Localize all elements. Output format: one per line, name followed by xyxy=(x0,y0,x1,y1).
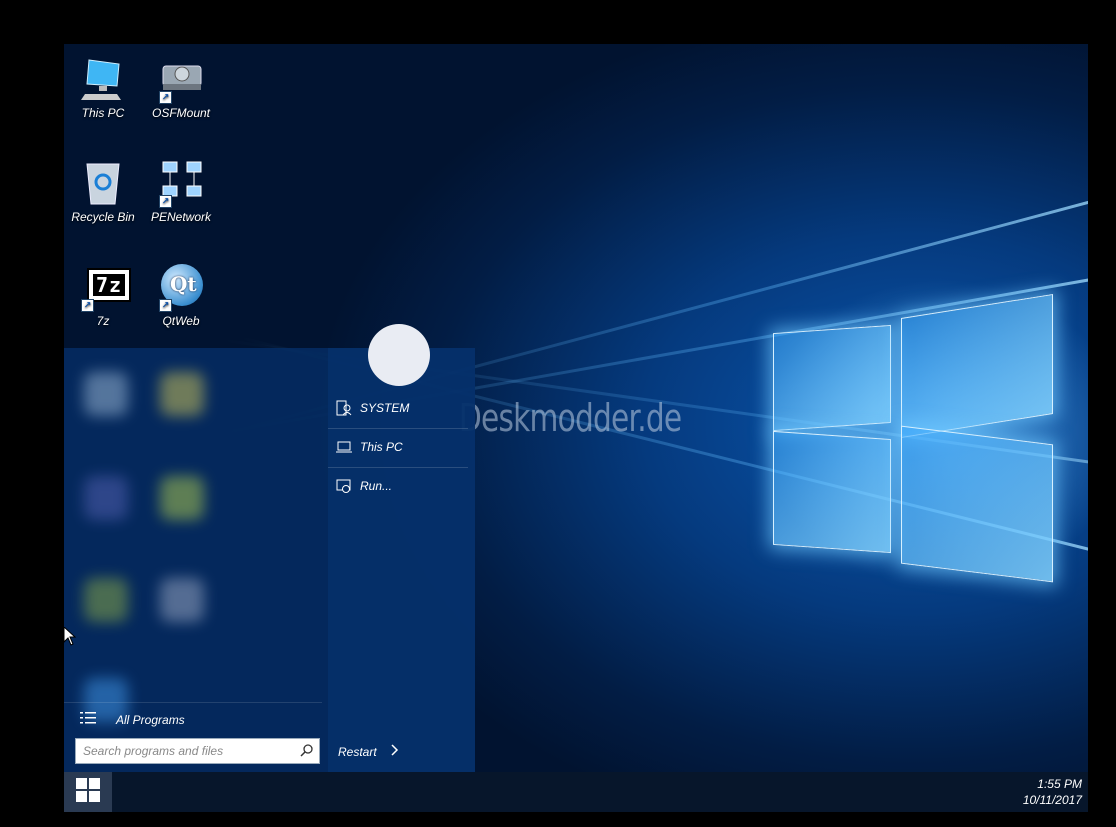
search-icon[interactable] xyxy=(300,744,313,762)
restart-button[interactable]: Restart xyxy=(338,744,399,759)
desktop-icon-label: This PC xyxy=(81,106,125,120)
start-menu-divider xyxy=(328,428,468,429)
computer-icon xyxy=(79,56,127,104)
chevron-right-icon[interactable] xyxy=(391,744,399,759)
shortcut-arrow-icon: ↗ xyxy=(81,299,94,312)
recycle-bin-icon xyxy=(79,160,127,208)
user-icon xyxy=(336,400,352,416)
clock-date: 10/11/2017 xyxy=(1022,793,1082,807)
shortcut-arrow-icon: ↗ xyxy=(159,195,172,208)
start-menu: All Programs SYSTEM xyxy=(64,324,475,772)
desktop-icon-qtweb[interactable]: Qt ↗ QtWeb xyxy=(142,264,220,328)
blurred-program-tile xyxy=(84,578,128,622)
search-input[interactable] xyxy=(76,739,293,763)
start-item-label: This PC xyxy=(360,440,403,454)
run-icon xyxy=(336,478,352,494)
desktop-screen: This PC ↗ OSFMount Recycle Bin ↗ PENetwo… xyxy=(64,44,1088,812)
all-programs-button[interactable]: All Programs xyxy=(80,711,185,728)
windows-logo-icon xyxy=(76,777,100,807)
shortcut-arrow-icon: ↗ xyxy=(159,91,172,104)
clock-time: 1:55 PM xyxy=(1037,777,1082,791)
start-menu-places-pane: SYSTEM This PC Run... xyxy=(328,348,475,772)
start-item-system[interactable]: SYSTEM xyxy=(336,400,409,416)
7zip-glyph-text: 7z xyxy=(93,274,125,296)
desktop-icon-label: QtWeb xyxy=(162,314,200,328)
start-item-this-pc[interactable]: This PC xyxy=(336,439,403,455)
desktop-icon-7z[interactable]: 7z ↗ 7z xyxy=(64,264,142,328)
start-item-run[interactable]: Run... xyxy=(336,478,392,494)
start-button[interactable] xyxy=(64,772,112,812)
blurred-program-tile xyxy=(160,476,204,520)
taskbar-clock[interactable]: 1:55 PM 10/11/2017 xyxy=(1023,776,1082,808)
7zip-icon: 7z ↗ xyxy=(79,264,131,312)
desktop-icon-recycle-bin[interactable]: Recycle Bin xyxy=(64,160,142,224)
network-icon: ↗ xyxy=(157,160,205,208)
blurred-program-tile xyxy=(84,372,128,416)
start-menu-programs-pane: All Programs xyxy=(64,348,324,772)
restart-label: Restart xyxy=(338,744,377,759)
start-menu-divider xyxy=(64,702,322,703)
shortcut-arrow-icon: ↗ xyxy=(159,299,172,312)
qtweb-icon: Qt ↗ xyxy=(157,264,205,312)
blurred-program-tile xyxy=(84,476,128,520)
desktop-icon-label: 7z xyxy=(96,314,110,328)
desktop-icon-label: Recycle Bin xyxy=(71,210,135,224)
desktop-icon-label: OSFMount xyxy=(151,106,211,120)
start-item-label: Run... xyxy=(360,479,393,493)
desktop-icon-label: PENetwork xyxy=(150,210,212,224)
search-box[interactable] xyxy=(75,738,320,764)
start-menu-divider xyxy=(328,467,468,468)
laptop-icon xyxy=(336,439,352,455)
taskbar: 1:55 PM 10/11/2017 xyxy=(64,772,1088,812)
list-icon xyxy=(80,711,96,728)
qtweb-glyph-text: Qt xyxy=(170,272,197,296)
blurred-program-tile xyxy=(160,578,204,622)
desktop-icon-this-pc[interactable]: This PC xyxy=(64,56,142,120)
user-avatar[interactable] xyxy=(368,324,430,386)
watermark-text: Deskmodder.de xyxy=(459,396,682,440)
start-item-label: SYSTEM xyxy=(360,401,410,415)
drive-icon: ↗ xyxy=(157,56,205,104)
desktop-icon-penetwork[interactable]: ↗ PENetwork xyxy=(142,160,220,224)
all-programs-label: All Programs xyxy=(116,712,185,727)
desktop-icon-osfmount[interactable]: ↗ OSFMount xyxy=(142,56,220,120)
blurred-program-tile xyxy=(160,372,204,416)
mouse-cursor-icon xyxy=(63,625,77,652)
